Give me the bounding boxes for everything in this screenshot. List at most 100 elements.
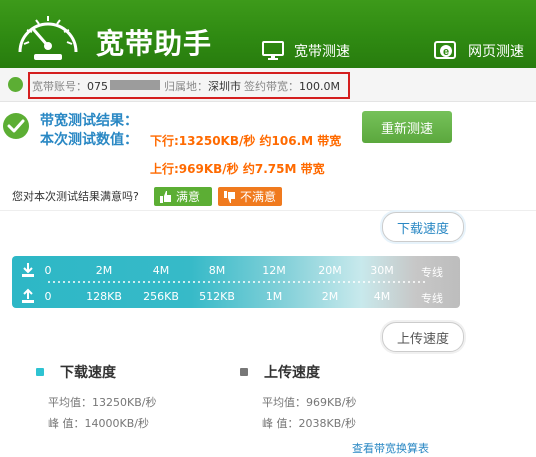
thumbs-up-icon: [160, 190, 171, 203]
nav-tab-label: 宽带测速: [294, 44, 350, 60]
scale-dot: [78, 281, 80, 283]
scale-dot: [148, 281, 150, 283]
upload-speed-bubble: 上传速度: [382, 322, 464, 352]
scale-dot: [263, 281, 265, 283]
app-title: 宽带助手: [96, 27, 213, 60]
download-tick-label: 8M: [208, 264, 226, 277]
scale-dot: [153, 281, 155, 283]
upload-stats-heading: 上传速度: [240, 362, 320, 382]
user-avatar-icon: [8, 77, 23, 92]
nav-tab-webpage-speedtest[interactable]: e 网页测速: [434, 36, 524, 66]
speedometer-logo-icon: [18, 16, 78, 60]
download-tick-label: 专线: [421, 266, 443, 279]
scale-dot: [233, 281, 235, 283]
scale-dot: [163, 281, 165, 283]
scale-dot: [173, 281, 175, 283]
scale-dot: [138, 281, 140, 283]
scale-dot: [268, 281, 270, 283]
scale-dot: [68, 281, 70, 283]
masked-account-digits: [110, 80, 160, 90]
scale-dot: [288, 281, 290, 283]
nav-tab-label: 网页测速: [468, 44, 524, 60]
scale-dot: [413, 281, 415, 283]
download-result: 下行:13250KB/秒 约106.M 带宽: [150, 134, 342, 148]
download-tick-label: 0: [44, 264, 52, 277]
scale-dot: [318, 281, 320, 283]
download-peak: 峰 值：14000KB/秒: [48, 417, 149, 430]
scale-dot: [188, 281, 190, 283]
upload-tick-label: 128KB: [86, 290, 122, 303]
upload-peak: 峰 值：2038KB/秒: [262, 417, 356, 430]
scale-dot: [223, 281, 225, 283]
scale-dot: [363, 281, 365, 283]
scale-dot: [248, 281, 250, 283]
scale-dot: [193, 281, 195, 283]
download-average: 平均值：13250KB/秒: [48, 396, 157, 409]
download-tick-label: 12M: [262, 264, 286, 277]
retest-button[interactable]: 重新测速: [362, 111, 452, 143]
speed-scale-bar: 0 0 2M 128KB 4M 256KB 8M 512KB 12M 1M 20M 2M 30M 4M 专线…: [12, 256, 460, 308]
satisfied-button[interactable]: 满意: [154, 187, 212, 206]
thumbs-down-icon: [224, 190, 235, 203]
scale-dot: [313, 281, 315, 283]
upload-tick-label: 4M: [373, 290, 391, 303]
download-tick-label: 2M: [95, 264, 113, 277]
scale-dot: [303, 281, 305, 283]
scale-dot: [348, 281, 350, 283]
scale-dot: [328, 281, 330, 283]
scale-dot: [178, 281, 180, 283]
scale-dot: [58, 281, 60, 283]
scale-dot: [323, 281, 325, 283]
upload-result: 上行:969KB/秒 约7.75M 带宽: [150, 162, 325, 176]
scale-dot: [203, 281, 205, 283]
download-legend-square: [36, 368, 44, 376]
divider: [0, 210, 536, 211]
scale-dot: [183, 281, 185, 283]
scale-dot: [278, 281, 280, 283]
scale-dot: [298, 281, 300, 283]
scale-dot: [98, 281, 100, 283]
download-stats-heading: 下载速度: [36, 362, 116, 382]
scale-dot: [398, 281, 400, 283]
scale-dot: [48, 281, 50, 283]
scale-dot: [218, 281, 220, 283]
scale-dot: [418, 281, 420, 283]
scale-dot: [198, 281, 200, 283]
upload-tick-label: 1M: [265, 290, 283, 303]
monitor-icon: [262, 41, 284, 60]
scale-dot: [273, 281, 275, 283]
scale-dot: [393, 281, 395, 283]
result-subtitle: 本次测试数值：: [40, 132, 138, 148]
upload-icon: [22, 288, 34, 303]
scale-dot: [253, 281, 255, 283]
scale-dot: [388, 281, 390, 283]
scale-dot: [293, 281, 295, 283]
upload-tick-label: 0: [44, 290, 52, 303]
scale-dot: [118, 281, 120, 283]
scale-dot: [383, 281, 385, 283]
upload-tick-label: 256KB: [143, 290, 179, 303]
scale-dot: [403, 281, 405, 283]
scale-dot: [168, 281, 170, 283]
download-speed-bubble: 下载速度: [382, 212, 464, 242]
scale-dot: [378, 281, 380, 283]
account-bandwidth: 签约带宽：100.0M: [244, 80, 340, 93]
svg-text:e: e: [443, 46, 449, 58]
scale-dot: [53, 281, 55, 283]
scale-dot: [343, 281, 345, 283]
scale-dot: [83, 281, 85, 283]
account-info-bar: 宽带账号：075 归属地：深圳市 签约带宽：100.0M: [0, 68, 536, 102]
scale-dot: [238, 281, 240, 283]
upload-average: 平均值：969KB/秒: [262, 396, 357, 409]
unsatisfied-button[interactable]: 不满意: [218, 187, 282, 206]
check-circle-icon: [3, 113, 29, 139]
scale-dot: [133, 281, 135, 283]
download-icon: [22, 263, 34, 277]
scale-dot: [93, 281, 95, 283]
account-location: 归属地：深圳市: [164, 80, 241, 93]
bandwidth-conversion-link[interactable]: 查看带宽换算表: [352, 440, 429, 456]
download-tick-label: 4M: [152, 264, 170, 277]
scale-dot: [423, 281, 425, 283]
scale-dot: [258, 281, 260, 283]
nav-tab-broadband-speedtest[interactable]: 宽带测速: [262, 36, 350, 66]
